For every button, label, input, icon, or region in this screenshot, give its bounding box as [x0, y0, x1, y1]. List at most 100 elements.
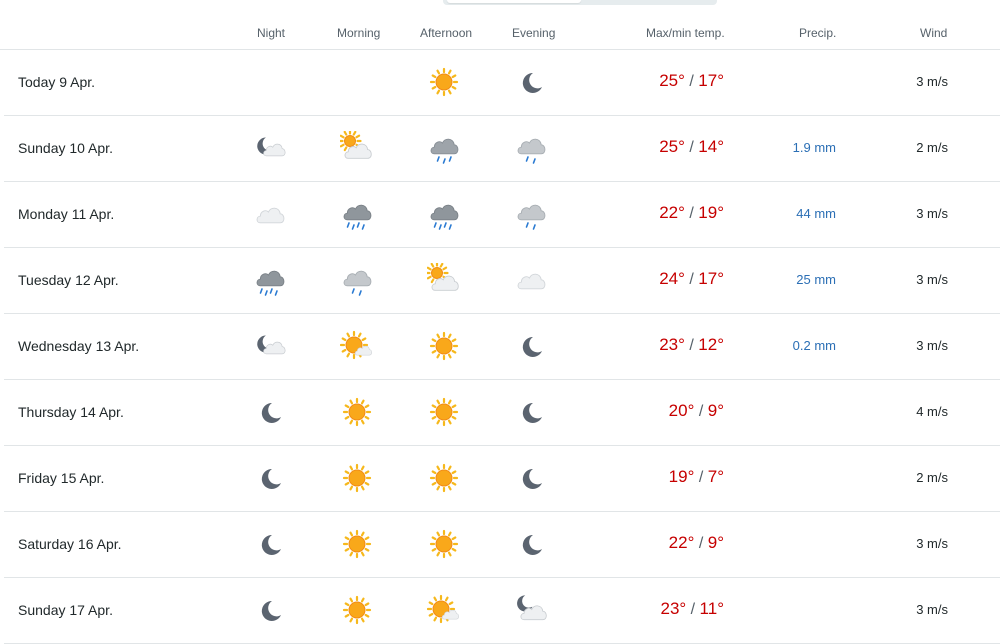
forecast-row[interactable]: Today 9 Apr. 25° / 17° 3 m/s: [4, 49, 1000, 116]
max-temp: 25°: [659, 71, 685, 90]
min-temp: 17°: [698, 71, 724, 90]
moon-icon: [253, 527, 287, 561]
min-temp: 9°: [707, 401, 724, 420]
forecast-row[interactable]: Monday 11 Apr. 22° / 19° 44 mm 3 m/s: [4, 181, 1000, 248]
moon-icon: [253, 593, 287, 627]
temp-separator: /: [694, 469, 708, 486]
max-temp: 22°: [668, 533, 695, 552]
precipitation: 1.9 mm: [792, 140, 836, 155]
forecast-row[interactable]: Sunday 10 Apr. 25° / 14° 1.9 mm 2 m/s: [4, 115, 1000, 182]
sun-small-cloud-icon: [427, 593, 461, 627]
forecast-row[interactable]: Friday 15 Apr. 19° / 7° 2 m/s: [4, 445, 1000, 512]
max-min-temp: 19° / 7°: [669, 467, 724, 487]
row-date: Sunday 10 Apr.: [18, 140, 113, 156]
wind-speed: 3 m/s: [916, 602, 948, 617]
forecast-row[interactable]: Tuesday 12 Apr. 24° / 17° 25 mm 3 m/s: [4, 247, 1000, 314]
heavy-rain-cloud-icon: [427, 197, 461, 231]
sun-icon: [340, 461, 374, 495]
column-precip: Precip.: [799, 26, 837, 40]
wind-speed: 4 m/s: [916, 404, 948, 419]
row-date: Wednesday 13 Apr.: [18, 338, 140, 354]
sun-icon: [340, 395, 374, 429]
light-rain-cloud-icon: [340, 263, 374, 297]
column-max-min-temp: Max/min temp.: [646, 26, 725, 40]
temp-separator: /: [694, 535, 708, 552]
max-temp: 19°: [668, 467, 695, 486]
min-temp: 9°: [707, 533, 724, 552]
min-temp: 7°: [707, 467, 724, 486]
max-temp: 23°: [659, 335, 685, 354]
temp-separator: /: [694, 403, 708, 420]
max-min-temp: 24° / 17°: [659, 269, 724, 289]
min-temp: 14°: [698, 137, 724, 156]
temp-separator: /: [684, 139, 699, 156]
column-wind: Wind: [920, 26, 948, 40]
moon-icon: [514, 461, 548, 495]
forecast-row[interactable]: Saturday 16 Apr. 22° / 9° 3 m/s: [4, 511, 1000, 578]
forecast-row[interactable]: Thursday 14 Apr. 20° / 9° 4 m/s: [4, 379, 1000, 446]
light-rain-cloud-icon: [514, 197, 548, 231]
wind-speed: 3 m/s: [916, 74, 948, 89]
forecast-row[interactable]: Sunday 17 Apr. 23° / 11° 3 m/s: [4, 577, 1000, 644]
temp-separator: /: [686, 601, 700, 618]
max-temp: 22°: [659, 203, 685, 222]
sun-cloud-icon: [340, 131, 374, 165]
precipitation: 44 mm: [796, 206, 836, 221]
max-min-temp: 22° / 9°: [669, 533, 724, 553]
precipitation: 25 mm: [796, 272, 836, 287]
temp-separator: /: [684, 271, 699, 288]
heavy-rain-cloud-icon: [253, 263, 287, 297]
max-min-temp: 25° / 14°: [659, 137, 724, 157]
wind-speed: 2 m/s: [916, 470, 948, 485]
light-rain-cloud-icon: [514, 131, 548, 165]
moon-cloud-icon: [253, 329, 287, 363]
sun-icon: [427, 461, 461, 495]
max-min-temp: 22° / 19°: [659, 203, 724, 223]
sun-icon: [427, 527, 461, 561]
row-date: Sunday 17 Apr.: [18, 602, 113, 618]
sun-small-cloud-icon: [340, 329, 374, 363]
moon-icon: [514, 527, 548, 561]
max-min-temp: 23° / 12°: [659, 335, 724, 355]
cloud-icon: [514, 263, 548, 297]
min-temp: 12°: [698, 335, 724, 354]
wind-speed: 2 m/s: [916, 140, 948, 155]
row-date: Thursday 14 Apr.: [18, 404, 124, 420]
sun-cloud-icon: [427, 263, 461, 297]
max-min-temp: 25° / 17°: [659, 71, 724, 91]
column-evening: Evening: [512, 26, 556, 40]
heavy-rain-cloud-icon: [340, 197, 374, 231]
moon-icon: [514, 329, 548, 363]
wind-speed: 3 m/s: [916, 272, 948, 287]
max-min-temp: 23° / 11°: [660, 599, 724, 619]
max-temp: 25°: [659, 137, 685, 156]
moon-icon: [253, 461, 287, 495]
period-toggle[interactable]: [443, 0, 717, 5]
moon-cloud-large-icon: [514, 593, 548, 627]
max-temp: 23°: [660, 599, 687, 618]
temp-separator: /: [684, 73, 699, 90]
row-date: Saturday 16 Apr.: [18, 536, 122, 552]
min-temp: 19°: [698, 203, 724, 222]
row-date: Tuesday 12 Apr.: [18, 272, 119, 288]
sun-icon: [427, 329, 461, 363]
column-afternoon: Afternoon: [420, 26, 473, 40]
moon-icon: [514, 395, 548, 429]
sun-icon: [340, 593, 374, 627]
max-temp: 20°: [668, 401, 695, 420]
max-temp: 24°: [659, 269, 685, 288]
moon-icon: [253, 395, 287, 429]
cloud-icon: [253, 197, 287, 231]
sun-icon: [340, 527, 374, 561]
sun-icon: [427, 65, 461, 99]
temp-separator: /: [684, 205, 699, 222]
row-date: Monday 11 Apr.: [18, 206, 115, 222]
wind-speed: 3 m/s: [916, 338, 948, 353]
row-date: Friday 15 Apr.: [18, 470, 105, 486]
forecast-table-header: Night Morning Afternoon Evening Max/min …: [0, 16, 1000, 50]
moon-icon: [514, 65, 548, 99]
forecast-row[interactable]: Wednesday 13 Apr. 23° / 12° 0.2 mm 3 m/s: [4, 313, 1000, 380]
period-toggle-selected[interactable]: [447, 0, 581, 3]
column-morning: Morning: [337, 26, 381, 40]
column-night: Night: [257, 26, 286, 40]
